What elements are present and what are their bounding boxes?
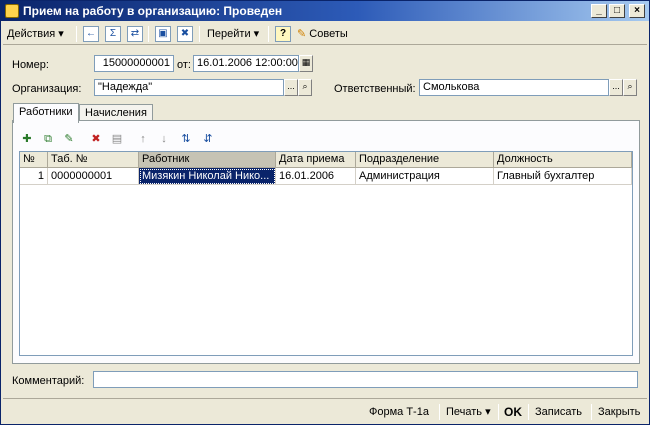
date-label: от:	[177, 59, 191, 71]
open-magnifier-icon[interactable]: ⌕	[298, 79, 312, 96]
column-header-number[interactable]: №	[20, 152, 48, 168]
refresh-icon[interactable]: ⇄	[127, 26, 143, 42]
cell-hire-date[interactable]: 16.01.2006	[276, 168, 356, 185]
organization-field[interactable]: "Надежда"	[94, 79, 284, 96]
sort-ascending-icon[interactable]: ⇅	[178, 131, 194, 147]
column-header-hire-date[interactable]: Дата приема	[276, 152, 356, 168]
delete-row-icon[interactable]: ✖	[88, 131, 104, 147]
toolbar: Действия ▾ ← Σ ⇄ ▣ ✖ Перейти ▾ ? ✎ Совет…	[3, 23, 647, 45]
workers-panel: ✚ ⧉ ✎ ✖ ▤ ↑ ↓ ⇅ ⇵ № Таб. № Работник Дата…	[12, 120, 640, 364]
responsible-label: Ответственный:	[334, 83, 416, 95]
column-header-tab-number[interactable]: Таб. №	[48, 152, 139, 168]
end-edit-icon[interactable]: ▤	[109, 131, 125, 147]
dropdown-arrow-icon: ▾	[58, 28, 64, 40]
toolbar-separator	[76, 26, 77, 42]
copy-row-icon[interactable]: ⧉	[40, 131, 56, 147]
comment-field[interactable]	[93, 371, 638, 388]
toolbar-separator	[528, 404, 529, 420]
move-down-icon[interactable]: ↓	[156, 131, 172, 147]
title-bar[interactable]: Прием на работу в организацию: Проведен …	[1, 1, 649, 21]
print-menu[interactable]: Печать ▾	[446, 403, 491, 421]
sort-descending-icon[interactable]: ⇵	[200, 131, 216, 147]
calendar-icon[interactable]: ▦	[299, 55, 313, 72]
responsible-field[interactable]: Смолькова	[419, 79, 609, 96]
ok-button[interactable]: OK	[504, 403, 522, 421]
number-field[interactable]: 15000000001	[94, 55, 174, 72]
print-label: Печать	[446, 406, 483, 418]
toolbar-separator	[498, 404, 499, 420]
goto-menu[interactable]: Перейти ▾	[207, 25, 259, 43]
column-header-position[interactable]: Должность	[494, 152, 632, 168]
cell-position[interactable]: Главный бухгалтер	[494, 168, 632, 185]
tips-icon: ✎	[297, 28, 307, 40]
unpost-document-icon[interactable]: ✖	[177, 26, 193, 42]
bottom-command-bar: Форма Т-1а Печать ▾ OK Записать Закрыть	[3, 398, 647, 422]
help-icon[interactable]: ?	[275, 26, 291, 42]
move-up-icon[interactable]: ↑	[135, 131, 151, 147]
select-ellipsis-button[interactable]: ...	[609, 79, 623, 96]
document-movements-icon[interactable]: Σ	[105, 26, 121, 42]
toolbar-separator	[148, 26, 149, 42]
toolbar-separator	[439, 404, 440, 420]
tips-button[interactable]: ✎ Советы	[297, 25, 348, 43]
maximize-button[interactable]: □	[609, 4, 625, 18]
toolbar-separator	[591, 404, 592, 420]
organization-label: Организация:	[12, 83, 82, 95]
close-form-button[interactable]: Закрыть	[598, 403, 640, 421]
form-t1a-button[interactable]: Форма Т-1а	[369, 403, 429, 421]
window-title: Прием на работу в организацию: Проведен	[23, 4, 283, 18]
cell-tab-number[interactable]: 0000000001	[48, 168, 139, 185]
goto-label: Перейти	[207, 28, 251, 40]
date-field[interactable]: 16.01.2006 12:00:00	[193, 55, 299, 72]
edit-row-icon[interactable]: ✎	[61, 131, 77, 147]
column-header-department[interactable]: Подразделение	[356, 152, 494, 168]
save-button[interactable]: Записать	[535, 403, 582, 421]
table-row[interactable]: 1 0000000001 Мизякин Николай Нико... 16.…	[20, 168, 632, 185]
dropdown-arrow-icon: ▾	[253, 28, 260, 40]
cell-employee[interactable]: Мизякин Николай Нико...	[139, 168, 276, 185]
post-document-icon[interactable]: ▣	[155, 26, 171, 42]
toolbar-separator	[268, 26, 269, 42]
workers-table[interactable]: № Таб. № Работник Дата приема Подразделе…	[19, 151, 633, 356]
close-button[interactable]: ×	[629, 4, 645, 18]
actions-menu[interactable]: Действия ▾	[7, 25, 64, 43]
minimize-button[interactable]: _	[591, 4, 607, 18]
actions-label: Действия	[7, 28, 56, 40]
table-header: № Таб. № Работник Дата приема Подразделе…	[20, 152, 632, 168]
toolbar-separator	[199, 26, 200, 42]
comment-label: Комментарий:	[12, 375, 85, 387]
document-window: Прием на работу в организацию: Проведен …	[0, 0, 650, 425]
dropdown-arrow-icon: ▾	[485, 406, 491, 418]
number-label: Номер:	[12, 59, 49, 71]
document-icon	[5, 4, 19, 18]
back-arrow-icon[interactable]: ←	[83, 26, 99, 42]
open-magnifier-icon[interactable]: ⌕	[623, 79, 637, 96]
tab-workers[interactable]: Работники	[13, 103, 79, 123]
tips-label: Советы	[309, 28, 348, 40]
select-ellipsis-button[interactable]: ...	[284, 79, 298, 96]
column-header-employee[interactable]: Работник	[139, 152, 276, 168]
add-row-icon[interactable]: ✚	[19, 131, 35, 147]
cell-department[interactable]: Администрация	[356, 168, 494, 185]
cell-number[interactable]: 1	[20, 168, 48, 185]
